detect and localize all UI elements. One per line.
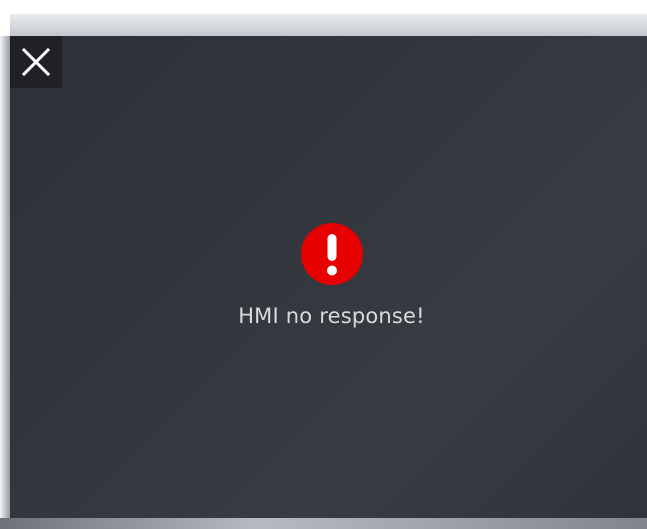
close-button[interactable] [10, 36, 62, 88]
window-frame-left [0, 36, 10, 529]
close-icon [21, 47, 51, 77]
window-title-bar [10, 14, 647, 36]
exclamation-circle-icon [300, 222, 364, 286]
window-frame-bottom [0, 518, 647, 529]
alert-panel: HMI no response! [10, 222, 647, 328]
error-message: HMI no response! [238, 304, 425, 328]
error-dialog: HMI no response! [10, 36, 647, 518]
window-frame-top [0, 0, 647, 36]
